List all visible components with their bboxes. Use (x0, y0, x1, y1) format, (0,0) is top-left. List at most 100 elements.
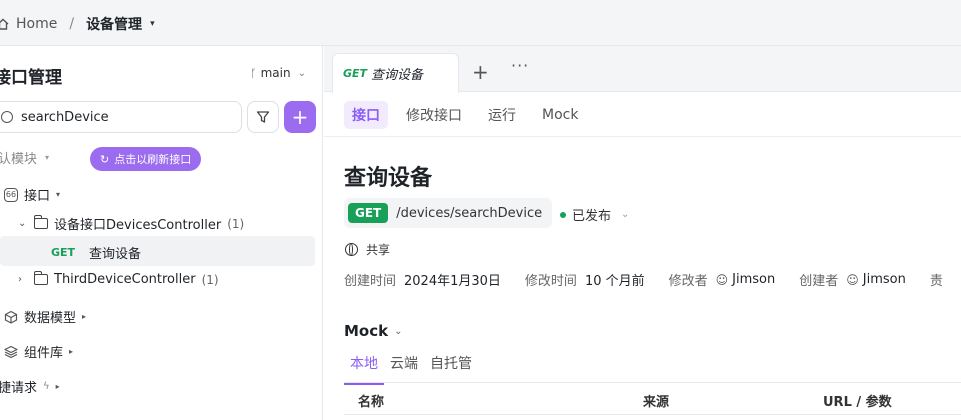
branch-icon: ᚴ (250, 66, 257, 80)
tree-item-label: 组件库 (24, 346, 64, 361)
tab-method: GET (343, 67, 368, 80)
module-selector[interactable]: 认模块 ▾ (0, 148, 49, 167)
tree-item-api-root[interactable]: 66 接口 ▾ (4, 185, 60, 204)
tab-title: 查询设备 (371, 68, 424, 83)
filter-button[interactable] (247, 101, 279, 133)
home-icon[interactable] (0, 17, 10, 31)
chevron-down-icon: ⌄ (18, 218, 27, 229)
caret-right-icon: ▸ (82, 312, 87, 321)
breadcrumb-separator: / (69, 16, 75, 32)
mock-table-header: 名称 来源 URL / 参数 (344, 383, 961, 415)
endpoint-url: /devices/searchDevice (396, 205, 543, 221)
search-input[interactable] (21, 109, 221, 125)
breadcrumb-home[interactable]: Home (16, 16, 57, 32)
top-bar: Home / 设备管理 ▾ (0, 0, 961, 46)
caret-right-icon: ▸ (69, 347, 74, 356)
tree-endpoint-search-device[interactable]: GET 查询设备 (51, 243, 141, 262)
refresh-interfaces-button[interactable]: ↻ 点击以刷新接口 (90, 147, 202, 171)
tree-folder-label: 设备接口DevicesController (54, 218, 222, 233)
plus-icon: + (291, 105, 309, 129)
creator-label: 创建者 (799, 274, 839, 289)
tree-item-label: 接口 (24, 189, 51, 204)
sidebar: 接口管理 ᚴ main ⌄ + 认模块 ▾ ↻ 点击以刷新接口 66 接口 ▾ … (0, 46, 323, 420)
column-header-url: URL / 参数 (823, 395, 892, 410)
selected-row-highlight (0, 236, 315, 266)
caret-down-icon: ▾ (56, 190, 61, 199)
method-badge: GET (348, 203, 389, 223)
subtab-mock[interactable]: Mock (534, 103, 586, 127)
search-icon (1, 111, 13, 123)
lightning-icon: ϟ (43, 381, 50, 392)
created-value: 2024年1月30日 (404, 274, 501, 289)
mock-tab-local[interactable]: 本地 (344, 353, 384, 385)
sidebar-title: 接口管理 (0, 68, 62, 88)
mock-tab-self-hosted[interactable]: 自托管 (424, 353, 478, 385)
chevron-down-icon: ⌄ (394, 325, 403, 337)
layers-icon (4, 345, 18, 358)
mock-tabs: 本地 云端 自托管 (344, 353, 478, 385)
subtab-run[interactable]: 运行 (480, 101, 524, 129)
status-selector[interactable]: 已发布 ⌄ (560, 205, 629, 224)
modified-label: 修改时间 (524, 274, 577, 289)
folder-icon (33, 215, 48, 229)
endpoint-url-box[interactable]: GET /devices/searchDevice (344, 198, 553, 228)
modified-value: 10 个月前 (584, 274, 645, 289)
tree-item-label: 数据模型 (24, 311, 77, 326)
share-label: 共享 (366, 243, 391, 257)
owner-label: 责 (929, 274, 943, 289)
tree-endpoint-label: 查询设备 (89, 247, 142, 262)
created-label: 创建时间 (344, 274, 397, 289)
new-tab-plus-icon[interactable]: + (472, 60, 489, 84)
caret-down-icon[interactable]: ▾ (150, 19, 155, 29)
filter-icon (256, 111, 270, 123)
more-options-icon[interactable]: ··· (511, 56, 529, 75)
breadcrumb: Home / 设备管理 ▾ (0, 14, 155, 34)
cube-icon (4, 310, 18, 324)
tab-search-device[interactable]: GET 查询设备 (332, 53, 459, 93)
breadcrumb-current[interactable]: 设备管理 (86, 14, 142, 34)
tab-bar: GET 查询设备 + ··· (324, 46, 961, 93)
page-title: 查询设备 (344, 166, 433, 191)
user-icon: ☺ (846, 272, 859, 287)
user-icon: ☺ (715, 272, 729, 287)
method-tag: GET (51, 246, 76, 259)
tree-item-components[interactable]: 组件库 ▸ (4, 342, 73, 361)
search-box[interactable] (0, 101, 242, 133)
caret-right-icon: ▸ (55, 382, 60, 391)
refresh-icon: ↻ (100, 152, 110, 166)
tree-folder-count: (1) (201, 272, 219, 287)
mock-heading-label: Mock (344, 322, 389, 340)
mock-heading[interactable]: Mock ⌄ (344, 322, 403, 340)
tree-item-data-model[interactable]: 数据模型 ▸ (4, 307, 86, 326)
chevron-down-icon: ⌄ (621, 209, 630, 220)
tree-item-label: 捷请求 (0, 381, 38, 396)
tree-folder-devices[interactable]: ⌄ 设备接口DevicesController (1) (18, 214, 244, 233)
add-button[interactable]: + (284, 101, 316, 133)
modifier-value: Jimson (732, 272, 776, 287)
chevron-down-icon: ⌄ (297, 67, 306, 79)
tree-folder-label: ThirdDeviceController (54, 272, 196, 287)
tree-folder-count: (1) (227, 216, 245, 231)
branch-selector[interactable]: ᚴ main ⌄ (250, 66, 306, 80)
share-toggle[interactable]: 共享 (345, 241, 390, 258)
sub-tabs: 接口 修改接口 运行 Mock (344, 101, 586, 129)
divider (324, 136, 961, 137)
column-header-source: 来源 (643, 395, 670, 410)
module-label: 认模块 (0, 152, 38, 167)
globe-icon (345, 242, 358, 256)
modifier-label: 修改者 (668, 274, 708, 289)
subtab-interface[interactable]: 接口 (344, 101, 388, 129)
folder-icon (33, 271, 48, 285)
api-icon: 66 (4, 187, 18, 202)
column-header-name: 名称 (358, 395, 385, 410)
tree-item-quick-request[interactable]: 捷请求 ϟ ▸ (0, 377, 60, 396)
subtab-edit-interface[interactable]: 修改接口 (398, 101, 470, 129)
creator-value: Jimson (862, 272, 906, 287)
tree-folder-third-device[interactable]: › ThirdDeviceController (1) (18, 271, 219, 287)
branch-name: main (260, 66, 291, 80)
refresh-label: 点击以刷新接口 (114, 153, 192, 166)
status-label: 已发布 (572, 209, 612, 224)
mock-tab-cloud[interactable]: 云端 (384, 353, 424, 385)
meta-info: 创建时间 2024年1月30日 修改时间 10 个月前 修改者 ☺ Jimson… (344, 270, 951, 289)
chevron-right-icon: › (18, 274, 22, 285)
